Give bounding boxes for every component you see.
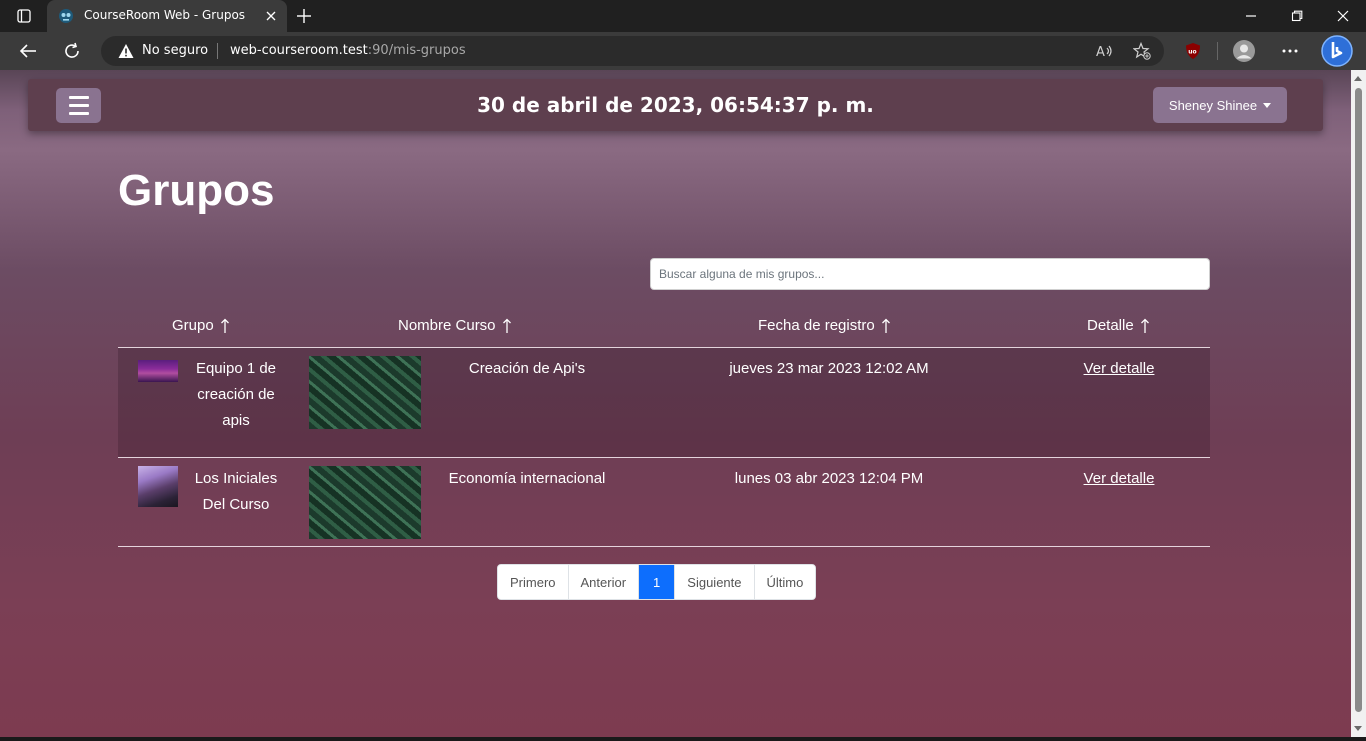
view-detail-link[interactable]: Ver detalle: [1058, 466, 1180, 492]
pagination: Primero Anterior 1 Siguiente Último: [497, 564, 817, 600]
browser-tab-active[interactable]: CourseRoom Web - Grupos: [47, 0, 287, 32]
url-path: :90/mis-grupos: [367, 43, 466, 58]
course-name: Economía internacional: [448, 470, 606, 487]
column-header-fecha-registro[interactable]: Fecha de registro: [758, 317, 891, 334]
table-header: Grupo Nombre Curso Fecha de registro Det…: [118, 312, 1210, 348]
scrollbar-thumb[interactable]: [1355, 88, 1362, 712]
column-header-label: Detalle: [1087, 317, 1134, 334]
column-header-label: Grupo: [172, 317, 214, 334]
column-header-grupo[interactable]: Grupo: [172, 317, 230, 334]
pagination-next-button[interactable]: Siguiente: [675, 565, 755, 599]
pagination-first-button[interactable]: Primero: [498, 565, 569, 599]
tab-title: CourseRoom Web - Grupos: [84, 8, 246, 22]
sort-icon: [220, 318, 229, 333]
column-header-detalle[interactable]: Detalle: [1087, 317, 1150, 334]
add-favorite-icon[interactable]: [1133, 42, 1151, 60]
current-datetime: 30 de abril de 2023, 06:54:37 p. m.: [477, 93, 874, 117]
url-text[interactable]: web-courseroom.test:90/mis-grupos: [230, 43, 466, 58]
scroll-up-icon[interactable]: [1354, 76, 1362, 81]
courseroom-favicon-icon: [58, 8, 74, 24]
tab-close-icon[interactable]: [263, 8, 279, 24]
group-name: Los Iniciales Del Curso: [194, 470, 278, 513]
search-input[interactable]: [650, 258, 1210, 290]
toolbar-divider: [1217, 42, 1218, 60]
page-viewport: 30 de abril de 2023, 06:54:37 p. m. Shen…: [0, 70, 1351, 737]
column-header-label: Fecha de registro: [758, 317, 875, 334]
sort-icon: [881, 318, 890, 333]
table-row: Los Iniciales Del Curso Economía interna…: [118, 458, 1210, 547]
page-title: Grupos: [118, 166, 275, 215]
app-navbar: 30 de abril de 2023, 06:54:37 p. m. Shen…: [28, 79, 1323, 131]
user-dropdown-button[interactable]: Sheney Shinee: [1153, 87, 1287, 123]
pagination-last-button[interactable]: Último: [754, 565, 816, 599]
security-label[interactable]: No seguro: [142, 43, 208, 58]
registration-date: jueves 23 mar 2023 12:02 AM: [729, 360, 929, 377]
column-header-label: Nombre Curso: [398, 317, 496, 334]
read-aloud-icon[interactable]: A: [1096, 42, 1114, 60]
back-icon[interactable]: [17, 40, 39, 62]
reload-icon[interactable]: [61, 40, 83, 62]
pagination-current-page[interactable]: 1: [639, 565, 676, 599]
browser-toolbar: No seguro web-courseroom.test:90/mis-gru…: [0, 32, 1366, 70]
course-image: [309, 466, 421, 539]
close-window-icon[interactable]: [1333, 6, 1353, 26]
profile-avatar-icon[interactable]: [1232, 39, 1256, 63]
scroll-down-icon[interactable]: [1354, 726, 1362, 731]
sort-icon: [1140, 318, 1149, 333]
browser-tabbar: CourseRoom Web - Grupos: [0, 0, 1366, 32]
restore-icon[interactable]: [1287, 6, 1307, 26]
pagination-prev-button[interactable]: Anterior: [568, 565, 640, 599]
bing-chat-icon[interactable]: [1321, 35, 1353, 67]
user-name: Sheney Shinee: [1168, 97, 1258, 113]
tab-actions-icon[interactable]: [10, 7, 38, 25]
groups-table: Grupo Nombre Curso Fecha de registro Det…: [118, 312, 1210, 547]
more-options-icon[interactable]: [1279, 40, 1301, 62]
svg-text:uo: uo: [1188, 49, 1196, 56]
table-row: Equipo 1 de creación de apis Creación de…: [118, 348, 1210, 458]
svg-text:A: A: [1096, 45, 1105, 59]
minimize-icon[interactable]: [1241, 6, 1261, 26]
page-scrollbar[interactable]: [1351, 70, 1366, 737]
view-detail-link[interactable]: Ver detalle: [1058, 356, 1180, 382]
ublock-extension-icon[interactable]: uo: [1182, 40, 1204, 62]
column-header-nombre-curso[interactable]: Nombre Curso: [398, 317, 512, 334]
registration-date: lunes 03 abr 2023 12:04 PM: [734, 470, 924, 487]
url-host: web-courseroom.test: [230, 43, 368, 58]
course-image: [309, 356, 421, 429]
new-tab-icon[interactable]: [294, 6, 314, 26]
sort-icon: [502, 318, 511, 333]
group-image: [138, 466, 178, 507]
group-name: Equipo 1 de creación de apis: [195, 360, 277, 429]
address-divider: [217, 43, 218, 59]
group-image: [138, 360, 178, 382]
course-name: Creación de Api's: [468, 360, 586, 377]
address-bar[interactable]: No seguro web-courseroom.test:90/mis-gru…: [101, 36, 1164, 66]
window-bottom-edge: [0, 737, 1366, 741]
warning-icon[interactable]: [118, 43, 134, 59]
chevron-down-icon: [1263, 102, 1272, 108]
